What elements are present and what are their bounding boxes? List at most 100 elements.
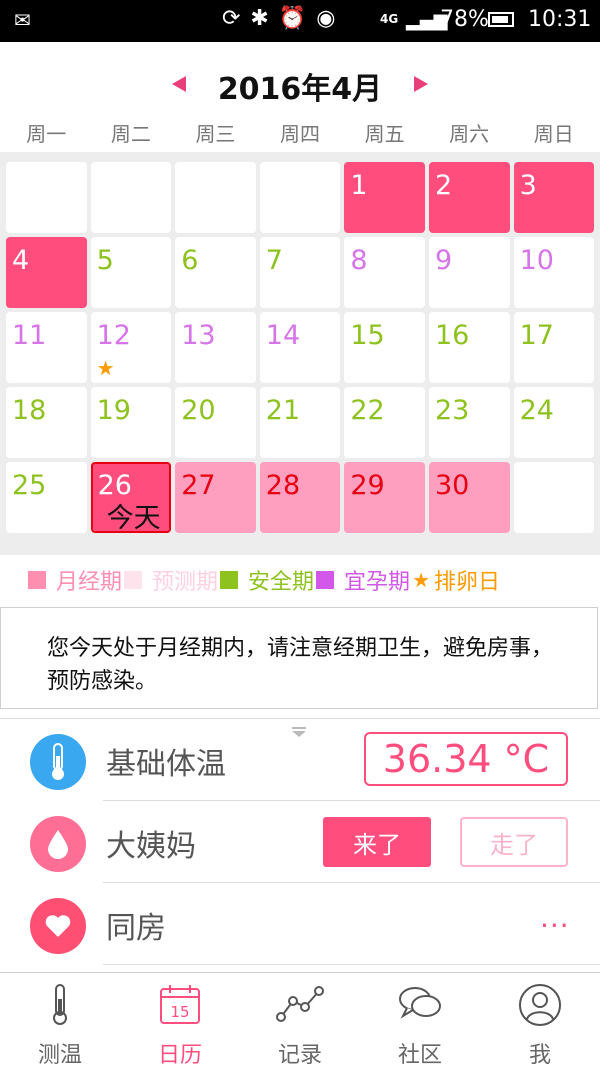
- day-number: 8: [350, 245, 368, 276]
- clock: 10:31: [528, 7, 592, 32]
- day-cell[interactable]: 19: [90, 387, 172, 458]
- row-intimacy[interactable]: 同房 ...: [0, 883, 600, 965]
- tab-label: 测温: [37, 1043, 82, 1068]
- intimacy-label: 同房: [106, 911, 166, 946]
- day-cell[interactable]: 17: [513, 312, 595, 383]
- tab-label: 我: [528, 1043, 551, 1068]
- day-cell[interactable]: 10: [513, 237, 595, 308]
- day-cell[interactable]: 5: [90, 237, 172, 308]
- day-cell[interactable]: 6: [175, 237, 256, 308]
- day-number: 9: [434, 245, 453, 276]
- weekday-header: 周一 周二 周三 周四 周五 周六 周日: [0, 118, 600, 150]
- day-cell[interactable]: 27: [175, 462, 256, 533]
- day-number: 25: [12, 470, 47, 501]
- legend-item: 月经期: [28, 564, 122, 596]
- day-cell[interactable]: 7: [259, 237, 341, 308]
- ovulation-star-icon: ★: [96, 356, 115, 380]
- empty-day-cell: [513, 462, 595, 533]
- day-cell[interactable]: 25: [6, 462, 87, 533]
- legend-swatch: [124, 571, 143, 589]
- day-number: 3: [519, 170, 537, 201]
- tab-records[interactable]: 记录: [240, 973, 360, 1068]
- notification-icon: ✉: [14, 8, 31, 32]
- day-number: 6: [181, 245, 199, 276]
- day-number: 13: [181, 320, 216, 351]
- day-cell[interactable]: 23: [428, 387, 510, 458]
- thermometer-icon: [47, 983, 73, 1031]
- next-month-icon[interactable]: [414, 76, 428, 92]
- day-cell[interactable]: 1: [344, 162, 425, 233]
- day-cell[interactable]: 9: [428, 237, 510, 308]
- more-icon[interactable]: ...: [540, 901, 570, 934]
- empty-day-cell: [90, 162, 172, 233]
- battery-percent: 78%: [440, 7, 489, 32]
- day-cell[interactable]: 14: [259, 312, 341, 383]
- row-temperature[interactable]: 基础体温 36.34 °C: [0, 719, 600, 801]
- empty-day-cell: [259, 162, 341, 233]
- day-number: 21: [265, 395, 301, 426]
- day-cell[interactable]: 13: [175, 312, 256, 383]
- calendar-icon-day: 15: [170, 1003, 189, 1021]
- legend: 月经期 预测期 安全期 宜孕期 ★ 排卵日: [0, 558, 600, 602]
- tip-text: 您今天处于月经期内，请注意经期卫生，避免房事，预防感染。: [47, 636, 554, 694]
- weekday-label: 周一: [26, 122, 67, 146]
- day-number: 22: [350, 395, 385, 426]
- day-cell[interactable]: 26 今天: [90, 462, 172, 534]
- day-cell[interactable]: 16: [428, 312, 510, 383]
- network-label: 4G: [380, 12, 399, 26]
- day-number: 28: [265, 470, 301, 501]
- day-cell[interactable]: 3: [513, 162, 595, 233]
- day-cell[interactable]: 2: [428, 162, 510, 233]
- legend-item: 安全期: [220, 564, 314, 596]
- day-number: 18: [12, 395, 47, 426]
- day-cell[interactable]: 28: [259, 462, 341, 533]
- day-number: 12: [96, 320, 131, 351]
- calendar-icon: 15: [158, 983, 202, 1029]
- legend-item: ★ 排卵日: [412, 564, 500, 596]
- tab-community[interactable]: 社区: [360, 973, 480, 1068]
- day-cell[interactable]: 12 ★: [90, 312, 172, 383]
- star-icon: ★: [412, 568, 430, 592]
- prev-month-icon[interactable]: [172, 76, 186, 92]
- drop-icon: [30, 816, 86, 872]
- chart-line-icon: [275, 983, 325, 1027]
- tab-measure[interactable]: 测温: [0, 973, 120, 1068]
- day-cell[interactable]: 30: [428, 462, 510, 533]
- day-number: 14: [265, 320, 301, 351]
- tab-me[interactable]: 我: [480, 973, 600, 1068]
- day-number: 29: [350, 470, 385, 501]
- day-cell[interactable]: 15: [344, 312, 425, 383]
- day-cell[interactable]: 8: [344, 237, 425, 308]
- day-cell[interactable]: 22: [344, 387, 425, 458]
- period-go-button[interactable]: 走了: [460, 817, 568, 867]
- today-label: 今天: [106, 503, 161, 534]
- period-label: 大姨妈: [106, 829, 196, 864]
- day-cell[interactable]: 18: [6, 387, 87, 458]
- thermometer-icon: [30, 734, 86, 790]
- day-number: 7: [265, 245, 283, 276]
- day-cell[interactable]: 24: [513, 387, 595, 458]
- day-cell[interactable]: 4: [6, 237, 87, 308]
- day-number: 5: [96, 245, 114, 276]
- empty-day-cell: [6, 162, 87, 233]
- chat-bubbles-icon: [397, 983, 443, 1027]
- legend-label: 安全期: [248, 570, 315, 595]
- legend-swatch: [28, 571, 46, 589]
- day-cell[interactable]: 29: [344, 462, 425, 533]
- weekday-label: 周六: [449, 122, 490, 146]
- record-list: 基础体温 36.34 °C 大姨妈 来了 走了 同房 ...: [0, 718, 600, 973]
- bottom-nav: 测温 15 日历 记录 社区 我: [0, 972, 600, 1068]
- status-icons: ⟳✱⏰◉: [222, 6, 346, 31]
- day-cell[interactable]: 20: [175, 387, 256, 458]
- period-come-button[interactable]: 来了: [323, 817, 431, 867]
- day-number: 19: [96, 395, 131, 426]
- tab-calendar[interactable]: 15 日历: [120, 973, 240, 1068]
- day-number: 2: [434, 170, 453, 201]
- daily-tip: 您今天处于月经期内，请注意经期卫生，避免房事，预防感染。: [0, 607, 598, 709]
- day-cell[interactable]: 21: [259, 387, 341, 458]
- day-cell[interactable]: 11: [6, 312, 87, 383]
- day-number: 16: [434, 320, 470, 351]
- legend-label: 月经期: [56, 570, 123, 595]
- day-number: 15: [350, 320, 385, 351]
- temperature-value[interactable]: 36.34 °C: [364, 732, 568, 786]
